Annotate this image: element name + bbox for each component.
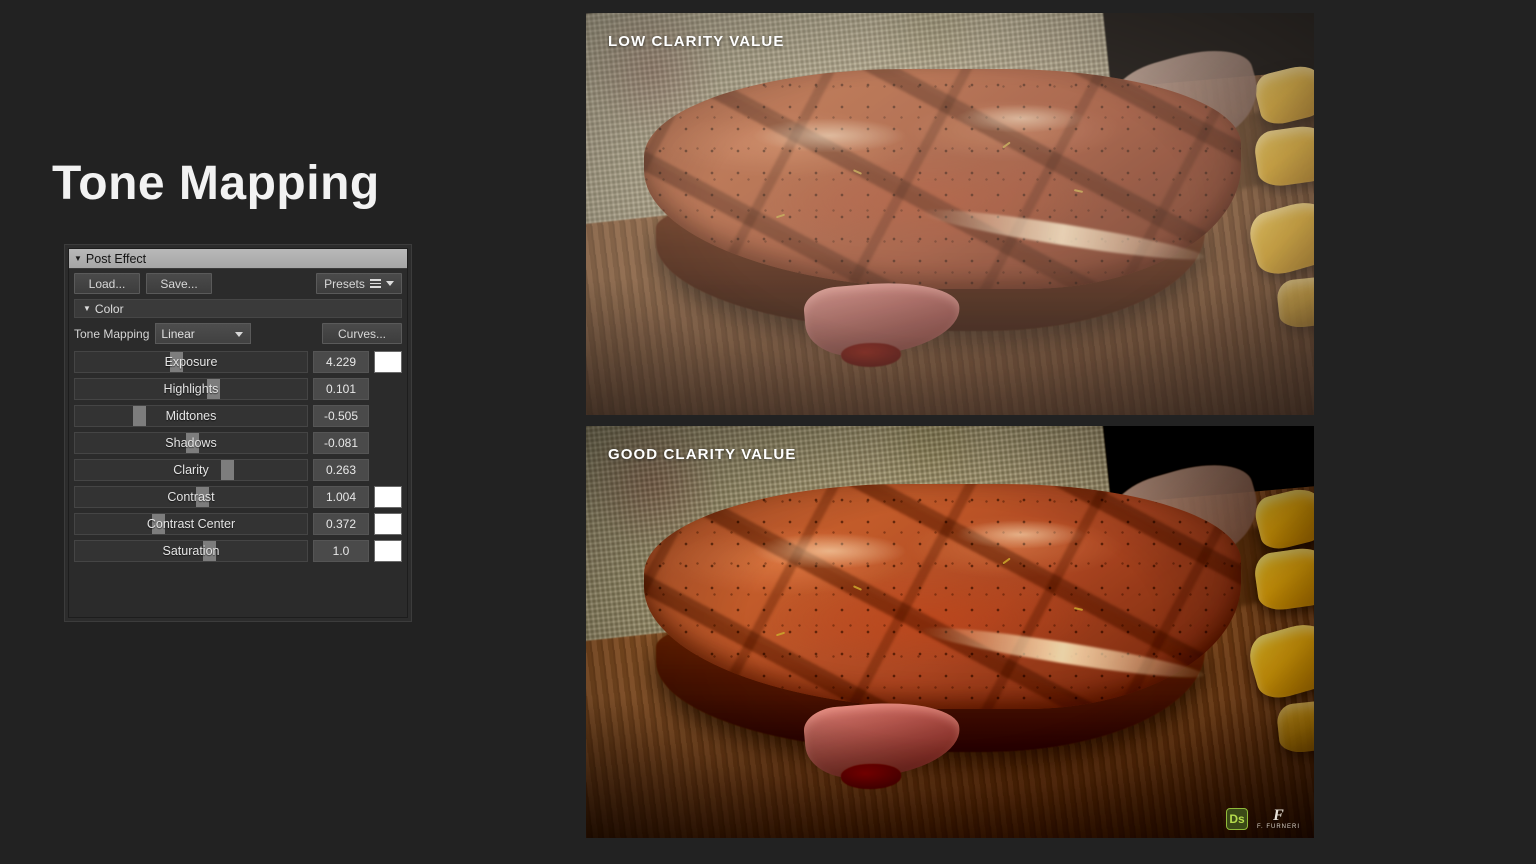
slider-value-field[interactable]: 1.004 bbox=[313, 486, 369, 508]
slider-label: Exposure bbox=[164, 355, 218, 369]
tone-mapping-label: Tone Mapping bbox=[74, 326, 150, 341]
post-effect-panel-header[interactable]: ▼ Post Effect bbox=[69, 249, 407, 269]
slider-row: Contrast Center 0.372 bbox=[74, 512, 402, 536]
slider-row: Shadows -0.081 bbox=[74, 431, 402, 455]
slider-label: Highlights bbox=[163, 382, 219, 396]
collapse-triangle-icon[interactable]: ▼ bbox=[74, 254, 82, 263]
tone-mapping-value: Linear bbox=[161, 326, 195, 341]
signature-name: F. FURNERI bbox=[1257, 823, 1300, 830]
author-signature: F F. FURNERI bbox=[1257, 806, 1300, 830]
slider-value-field[interactable]: -0.081 bbox=[313, 432, 369, 454]
slider-value-field[interactable]: -0.505 bbox=[313, 405, 369, 427]
post-effect-title: Post Effect bbox=[85, 251, 147, 266]
swatch-spacer bbox=[374, 405, 402, 427]
slider-row: Saturation 1.0 bbox=[74, 539, 402, 563]
color-section-header[interactable]: ▼ Color bbox=[74, 299, 402, 318]
slider-shadows[interactable]: Shadows bbox=[74, 432, 308, 454]
slider-exposure[interactable]: Exposure bbox=[74, 351, 308, 373]
slider-value-field[interactable]: 0.101 bbox=[313, 378, 369, 400]
slider-label: Contrast Center bbox=[146, 517, 236, 531]
hamburger-icon bbox=[369, 279, 381, 288]
presets-button[interactable]: Presets bbox=[316, 273, 402, 294]
slider-saturation[interactable]: Saturation bbox=[74, 540, 308, 562]
presets-label: Presets bbox=[324, 276, 365, 291]
slider-value-field[interactable]: 4.229 bbox=[313, 351, 369, 373]
post-effect-panel-inner: ▼ Post Effect Load... Save... Presets ▼ bbox=[68, 248, 408, 618]
chevron-down-icon bbox=[385, 281, 394, 286]
tone-grade-overlay bbox=[586, 13, 1314, 415]
slider-clarity[interactable]: Clarity bbox=[74, 459, 308, 481]
slider-midtones[interactable]: Midtones bbox=[74, 405, 308, 427]
swatch-spacer bbox=[374, 378, 402, 400]
slider-handle[interactable] bbox=[221, 460, 235, 480]
left-column: Tone Mapping ▼ Post Effect Load... Save.… bbox=[0, 0, 560, 864]
watermark: Ds F F. FURNERI bbox=[1226, 806, 1300, 830]
color-collapse-triangle-icon[interactable]: ▼ bbox=[83, 304, 91, 313]
slider-label: Saturation bbox=[162, 544, 220, 558]
slider-contrast[interactable]: Contrast bbox=[74, 486, 308, 508]
slider-value-field[interactable]: 1.0 bbox=[313, 540, 369, 562]
slider-row: Clarity 0.263 bbox=[74, 458, 402, 482]
slider-label: Clarity bbox=[173, 463, 209, 477]
color-swatch[interactable] bbox=[374, 486, 402, 508]
slider-value-field[interactable]: 0.372 bbox=[313, 513, 369, 535]
color-section-label: Color bbox=[94, 301, 124, 316]
slider-value-field[interactable]: 0.263 bbox=[313, 459, 369, 481]
tone-grade-overlay bbox=[586, 426, 1314, 838]
save-button[interactable]: Save... bbox=[146, 273, 212, 294]
tone-mapping-dropdown[interactable]: Linear bbox=[155, 323, 252, 344]
slider-row: Highlights 0.101 bbox=[74, 377, 402, 401]
slider-row: Exposure 4.229 bbox=[74, 350, 402, 374]
color-swatch[interactable] bbox=[374, 540, 402, 562]
caption-low-clarity: LOW CLARITY VALUE bbox=[608, 33, 785, 50]
swatch-spacer bbox=[374, 459, 402, 481]
scene-top bbox=[586, 13, 1314, 415]
post-effect-panel-body: Load... Save... Presets ▼ Color Tone Map… bbox=[69, 269, 407, 571]
slider-label: Shadows bbox=[165, 436, 217, 450]
substance-designer-logo-icon: Ds bbox=[1226, 808, 1248, 830]
tone-mapping-row: Tone Mapping Linear Curves... bbox=[74, 323, 402, 344]
slider-handle[interactable] bbox=[133, 406, 146, 426]
signature-monogram-icon: F bbox=[1273, 806, 1284, 824]
slider-label: Midtones bbox=[165, 409, 217, 423]
post-effect-panel: ▼ Post Effect Load... Save... Presets ▼ bbox=[64, 244, 412, 622]
preview-image-good-clarity[interactable]: GOOD CLARITY VALUE Ds F F. FURNERI bbox=[586, 426, 1314, 838]
color-swatch[interactable] bbox=[374, 513, 402, 535]
slider-label: Contrast bbox=[167, 490, 215, 504]
caption-good-clarity: GOOD CLARITY VALUE bbox=[608, 446, 797, 463]
slider-list: Exposure 4.229 Highlights 0.101 Midtones -0.5… bbox=[74, 350, 402, 563]
color-swatch[interactable] bbox=[374, 351, 402, 373]
slider-row: Midtones -0.505 bbox=[74, 404, 402, 428]
slider-row: Contrast 1.004 bbox=[74, 485, 402, 509]
preview-image-low-clarity[interactable]: LOW CLARITY VALUE bbox=[586, 13, 1314, 415]
page-title: Tone Mapping bbox=[52, 157, 380, 210]
slider-highlights[interactable]: Highlights bbox=[74, 378, 308, 400]
load-button[interactable]: Load... bbox=[74, 273, 140, 294]
panel-toolbar: Load... Save... Presets bbox=[74, 273, 402, 294]
swatch-spacer bbox=[374, 432, 402, 454]
scene-bottom bbox=[586, 426, 1314, 838]
slider-contrast-center[interactable]: Contrast Center bbox=[74, 513, 308, 535]
chevron-down-icon bbox=[235, 332, 244, 337]
curves-button[interactable]: Curves... bbox=[322, 323, 402, 344]
